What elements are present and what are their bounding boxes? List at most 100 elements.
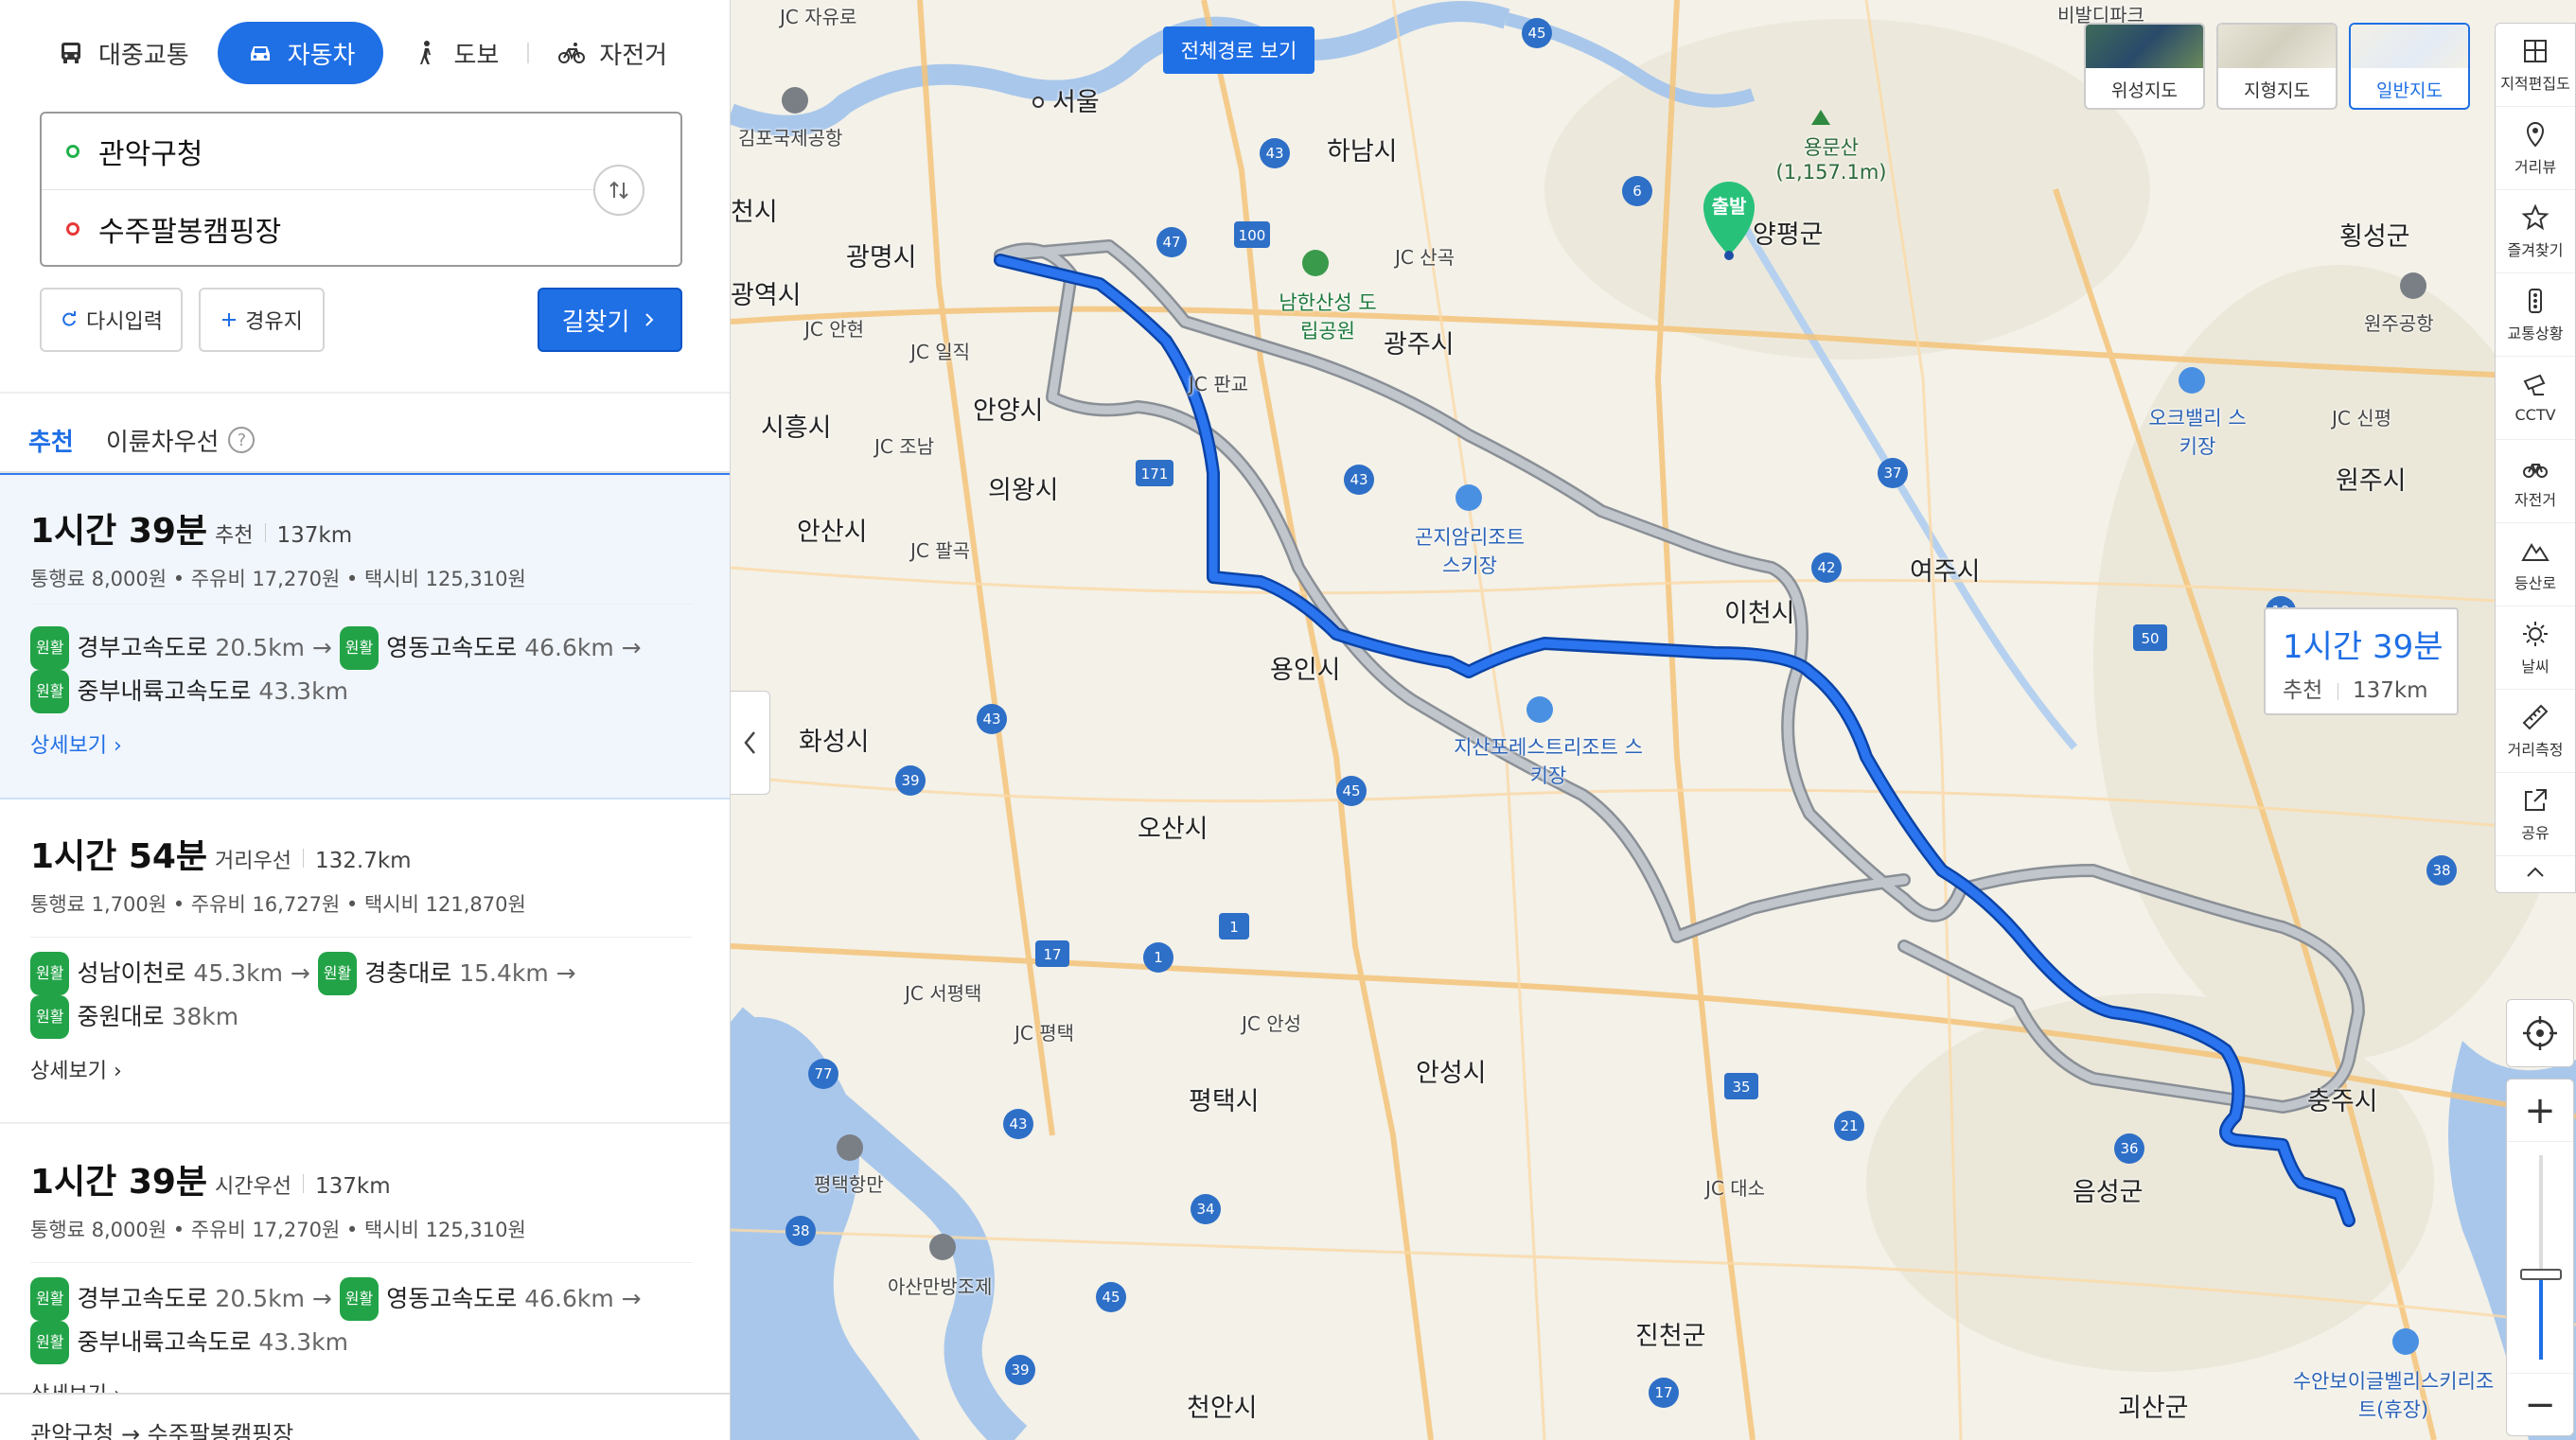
traffic-badge: 원활	[30, 952, 70, 995]
maptype-general[interactable]: 일반지도	[2349, 23, 2470, 110]
tool-label: CCTV	[2514, 406, 2556, 424]
tab-recommended[interactable]: 추천	[19, 407, 83, 477]
result-time[interactable]: 1시간 39분 시간우선 137km	[30, 1154, 391, 1203]
svg-text:1: 1	[1154, 949, 1163, 966]
start-field[interactable]: 관악구청	[42, 114, 609, 189]
add-waypoint-button[interactable]: 경유지	[199, 288, 325, 352]
find-route-label: 길찾기	[561, 307, 630, 337]
road-length: 45.3km	[193, 959, 283, 987]
left-panel: 대중교통 자동차 도보 자전거 관악구청 수주팔봉캠핑장 다시입력 경유지 길찾…	[0, 0, 731, 1440]
tool-hiking[interactable]: 등산로	[2496, 523, 2575, 606]
collapse-panel-button[interactable]	[731, 691, 770, 795]
tool-cadastral[interactable]: 지적편집도	[2496, 24, 2575, 107]
star-icon	[2521, 203, 2550, 230]
jc-label: JC 판교	[1189, 373, 1249, 395]
city-label: 광역시	[731, 281, 802, 310]
svg-text:45: 45	[1527, 25, 1545, 42]
svg-text:35: 35	[1732, 1079, 1750, 1096]
tool-cctv[interactable]: CCTV	[2496, 357, 2575, 440]
reset-button[interactable]: 다시입력	[40, 288, 183, 352]
find-route-button[interactable]: 길찾기	[538, 288, 682, 352]
arrow-icon: →	[621, 634, 642, 661]
city-label: 광명시	[846, 243, 917, 272]
svg-text:45: 45	[1342, 782, 1360, 799]
highway-shield: 50	[2133, 624, 2167, 651]
highway-shield: 45	[1336, 776, 1367, 806]
map-canvas[interactable]: 45 43 6 47 100 171 43 37 42 50 19 43 39 …	[731, 0, 2576, 1440]
road-length: 43.3km	[258, 677, 348, 705]
peak-label: 용문산 (1,157.1m)	[1775, 136, 1887, 184]
bicycle-icon	[558, 43, 586, 63]
zoom-out-button[interactable]: −	[2507, 1373, 2573, 1435]
svg-text:21: 21	[1840, 1117, 1858, 1134]
result-separator	[303, 849, 305, 868]
arrow-icon: →	[311, 1285, 332, 1312]
tool-measure[interactable]: 거리측정	[2496, 690, 2575, 773]
place-label: 원주공항	[2364, 312, 2434, 335]
tool-label: 교통상황	[2507, 324, 2564, 342]
current-location-button[interactable]	[2506, 999, 2574, 1067]
zoom-in-button[interactable]: +	[2507, 1080, 2573, 1142]
city-label: 충주시	[2307, 1087, 2378, 1116]
detail-link[interactable]: 상세보기 ›	[30, 1054, 122, 1084]
road-length: 43.3km	[258, 1328, 348, 1356]
bubble-time: 1시간 39분	[2283, 628, 2444, 666]
mode-bicycle[interactable]: 자전거	[529, 22, 696, 84]
place-label: 곤지암리조트 스키장	[1415, 526, 1525, 577]
capital-marker-icon	[1032, 97, 1044, 108]
start-pin[interactable]: 출발	[1702, 180, 1756, 260]
tool-bicycle[interactable]: 자전거	[2496, 440, 2575, 523]
highway-shield: 37	[1878, 458, 1908, 488]
swap-button[interactable]	[593, 165, 644, 216]
highway-shield: 17	[1035, 940, 1069, 967]
maptype-satellite[interactable]: 위성지도	[2084, 23, 2205, 110]
end-value: 수주팔봉캠핑장	[98, 216, 282, 249]
reset-label: 다시입력	[86, 310, 163, 334]
result-roads: 원활 경부고속도로 20.5km → 원활 영동고속도로 46.6km → 원활 중부…	[30, 626, 693, 713]
city-label: 용인시	[1270, 656, 1341, 685]
result-time-value: 1시간 39분	[30, 512, 208, 551]
road-length: 46.6km	[524, 634, 614, 661]
zoom-slider[interactable]	[2507, 1142, 2573, 1373]
route-info-bubble[interactable]: 1시간 39분 추천 137km	[2264, 607, 2459, 715]
mountain-icon	[2521, 542, 2550, 561]
full-route-button[interactable]: 전체경로 보기	[1163, 26, 1314, 74]
tools-collapse-button[interactable]	[2496, 856, 2575, 892]
zoom-control: + −	[2506, 1079, 2574, 1436]
place-label: 수안보이글벨리스키리조트(휴장)	[2292, 1370, 2495, 1421]
city-label: 횡성군	[2339, 222, 2410, 252]
city-label: 의왕시	[988, 476, 1059, 505]
mode-car[interactable]: 자동차	[217, 22, 384, 84]
road-length: 15.4km	[459, 959, 549, 987]
tool-share[interactable]: 공유	[2496, 773, 2575, 856]
highway-shield: 171	[1136, 460, 1173, 486]
svg-text:39: 39	[901, 772, 919, 789]
tab-motorcycle[interactable]: 이륜차우선?	[106, 407, 256, 473]
share-icon	[2525, 788, 2547, 811]
mode-transit[interactable]: 대중교통	[28, 22, 218, 84]
result-time[interactable]: 1시간 54분 거리우선 132.7km	[30, 829, 412, 878]
detail-label: 상세보기	[30, 734, 107, 758]
satellite-thumb	[2086, 25, 2203, 68]
svg-text:6: 6	[1632, 183, 1642, 200]
tool-streetview[interactable]: 거리뷰	[2496, 107, 2575, 190]
svg-text:43: 43	[1009, 1115, 1027, 1133]
highway-shield: 43	[1003, 1109, 1033, 1139]
highway-shield: 1	[1219, 913, 1249, 940]
end-field[interactable]: 수주팔봉캠핑장	[42, 191, 609, 267]
tool-label: 공유	[2521, 823, 2550, 842]
highway-shield: 38	[2426, 855, 2457, 886]
mode-walk[interactable]: 도보	[383, 22, 527, 84]
maptype-terrain[interactable]: 지형지도	[2216, 23, 2338, 110]
road-name: 중부내륙고속도로	[77, 677, 252, 705]
zoom-handle[interactable]	[2520, 1269, 2562, 1280]
jc-label: JC 산곡	[1395, 246, 1456, 269]
tool-favorites[interactable]: 즐겨찾기	[2496, 190, 2575, 273]
city-label: 양평군	[1753, 220, 1824, 250]
ski-icon	[1456, 484, 1482, 511]
tool-traffic[interactable]: 교통상황	[2496, 273, 2575, 357]
help-icon[interactable]: ?	[228, 427, 256, 453]
tool-weather[interactable]: 날씨	[2496, 606, 2575, 690]
detail-link[interactable]: 상세보기 ›	[30, 729, 122, 759]
traffic-badge: 원활	[30, 626, 70, 670]
